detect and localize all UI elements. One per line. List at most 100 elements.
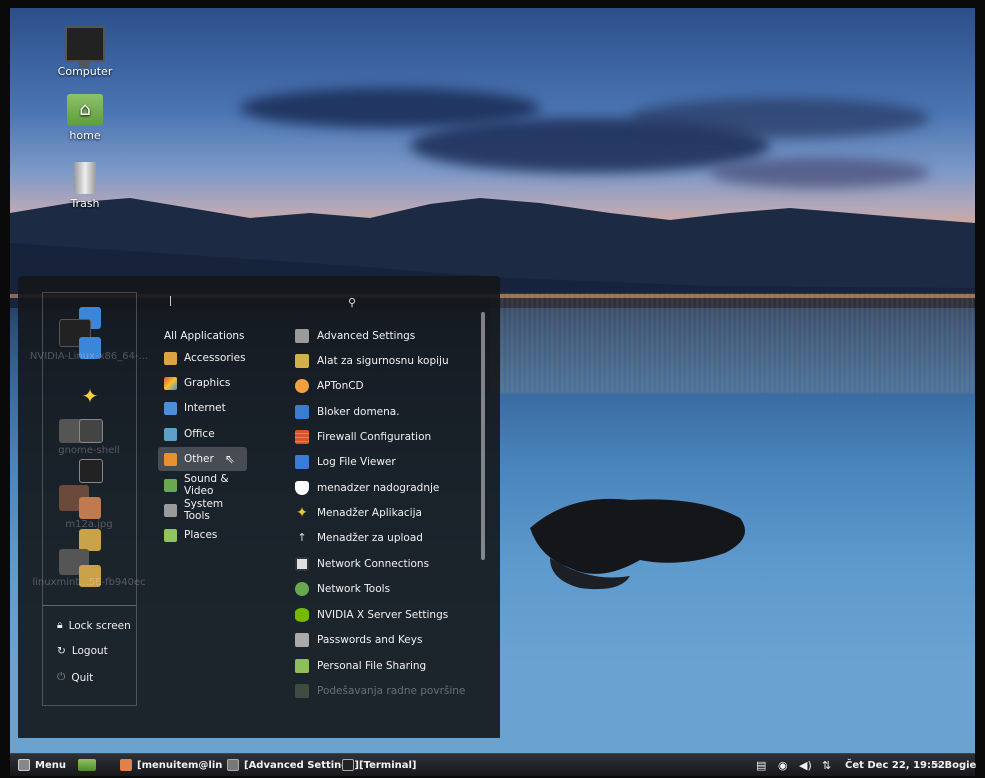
desktop-icon-trash[interactable]: Trash	[50, 162, 120, 210]
file-sharing-icon	[295, 659, 309, 673]
category-places[interactable]: Places	[158, 523, 246, 547]
category-label: System Tools	[184, 498, 224, 522]
app-label: Advanced Settings	[317, 330, 416, 342]
quit-button[interactable]: ⏻ Quit	[57, 671, 93, 684]
app-personal-file-sharing[interactable]: Personal File Sharing	[295, 654, 426, 678]
ghost-label: gnome-shell	[58, 445, 120, 456]
category-accessories[interactable]: Accessories	[158, 346, 246, 370]
app-list-scrollbar[interactable]	[481, 312, 485, 560]
app-label: menadzer nadogradnje	[317, 482, 440, 494]
show-desktop-button[interactable]	[78, 754, 96, 776]
trash-icon	[74, 162, 96, 194]
places-folder-icon	[164, 528, 177, 542]
home-folder-icon: ⌂	[67, 94, 103, 126]
shield-icon	[295, 481, 309, 495]
quit-label: Quit	[71, 671, 94, 684]
session-divider	[43, 605, 136, 606]
terminal-icon	[342, 759, 354, 771]
computer-icon	[65, 26, 105, 68]
app-passwords-keys[interactable]: Passwords and Keys	[295, 628, 422, 652]
app-label: Network Connections	[317, 558, 430, 570]
app-label: Personal File Sharing	[317, 660, 427, 672]
taskbar: Menu [menuitem@linuxmi... [Advanced Sett…	[10, 753, 976, 776]
category-label: All Applications	[164, 330, 245, 342]
menu-button[interactable]: Menu	[18, 754, 66, 776]
application-menu: NVIDIA-Linux-x86_64-... ✦ gnome-shell m1…	[18, 276, 500, 738]
network-icon[interactable]: ⇅	[822, 754, 831, 776]
show-desktop-icon	[78, 759, 96, 771]
category-all-applications[interactable]: All Applications	[158, 324, 246, 348]
settings-favorite-icon[interactable]	[79, 419, 103, 443]
favorite-app-icon[interactable]	[79, 497, 101, 519]
category-internet[interactable]: Internet	[158, 396, 246, 420]
search-input[interactable]	[170, 296, 171, 306]
app-domain-blocker[interactable]: Bloker domena.	[295, 400, 400, 424]
app-label: Log File Viewer	[317, 456, 396, 468]
app-network-tools[interactable]: Network Tools	[295, 577, 390, 601]
window-label: [Terminal]	[359, 759, 417, 771]
clipboard-tray-icon[interactable]: ▤	[756, 754, 766, 776]
app-aptoncd[interactable]: APTonCD	[295, 374, 364, 398]
lock-screen-button[interactable]: 🔒︎ Lock screen	[57, 619, 131, 632]
app-label: Menadžer Aplikacija	[317, 507, 422, 519]
update-tray-icon[interactable]: ◉	[778, 754, 788, 776]
desktop-icon-label: Trash	[70, 197, 100, 210]
desktop-icon-home[interactable]: ⌂ home	[50, 94, 120, 142]
internet-icon	[164, 401, 177, 415]
category-sound-video[interactable]: Sound & Video	[158, 473, 246, 497]
star-favorite-icon[interactable]: ✦	[79, 385, 101, 407]
taskbar-window-advanced-settings[interactable]: [Advanced Settings]	[227, 754, 359, 776]
user-icon: ▭	[931, 759, 941, 771]
app-network-connections[interactable]: Network Connections	[295, 552, 429, 576]
app-label: NVIDIA X Server Settings	[317, 609, 449, 621]
advanced-settings-icon	[295, 329, 309, 343]
app-backup[interactable]: Alat za sigurnosnu kopiju	[295, 349, 449, 373]
accessories-icon	[164, 351, 177, 365]
category-office[interactable]: Office	[158, 422, 246, 446]
power-icon: ⏻	[57, 671, 66, 683]
clock[interactable]: Čet Dec 22, 19:52	[845, 754, 945, 776]
category-other[interactable]: Other ⇖	[158, 447, 247, 471]
category-label: Other	[184, 453, 214, 465]
network-tools-icon	[295, 582, 309, 596]
app-label: Podešavanja radne površine	[317, 685, 466, 697]
backup-icon	[295, 354, 309, 368]
keyring-icon	[295, 633, 309, 647]
taskbar-window-text-editor[interactable]: [menuitem@linuxmi...	[120, 754, 222, 776]
upload-icon: ↑	[297, 531, 307, 544]
logout-button[interactable]: ↻ Logout	[57, 645, 108, 657]
network-connections-icon	[295, 557, 309, 571]
app-firewall-configuration[interactable]: Firewall Configuration	[295, 425, 431, 449]
menu-icon	[18, 759, 30, 771]
terminal-favorite-icon[interactable]	[79, 459, 103, 483]
app-advanced-settings[interactable]: Advanced Settings	[295, 324, 415, 348]
desktop-icon-computer[interactable]: Computer	[50, 26, 120, 78]
app-software-manager[interactable]: ✦ Menadžer Aplikacija	[295, 501, 422, 525]
app-update-manager[interactable]: menadzer nadogradnje	[295, 476, 439, 500]
text-editor-icon	[120, 759, 132, 771]
search-icon[interactable]: ⚲	[348, 296, 356, 309]
user-name: Bogie	[944, 759, 977, 771]
app-desktop-settings[interactable]: Podešavanja radne površine	[295, 679, 465, 703]
log-viewer-icon	[295, 455, 309, 469]
category-system-tools[interactable]: System Tools	[158, 498, 246, 522]
window-label: [menuitem@linuxmi...	[137, 759, 222, 771]
category-graphics[interactable]: Graphics	[158, 371, 246, 395]
category-label: Internet	[184, 402, 226, 414]
logout-label: Logout	[71, 645, 108, 657]
app-upload-manager[interactable]: ↑ Menadžer za upload	[295, 526, 423, 550]
package-favorite-icon[interactable]	[79, 529, 101, 551]
other-icon	[164, 452, 177, 466]
rock-island	[530, 498, 745, 590]
aptoncd-icon	[295, 379, 309, 393]
user-applet[interactable]: ▭ Bogie	[931, 754, 976, 776]
app-log-file-viewer[interactable]: Log File Viewer	[295, 450, 396, 474]
app-label: Network Tools	[317, 583, 391, 595]
app-nvidia-settings[interactable]: NVIDIA X Server Settings	[295, 603, 448, 627]
star-icon: ✦	[296, 505, 308, 521]
taskbar-window-terminal[interactable]: [Terminal]	[342, 754, 417, 776]
category-label: Graphics	[184, 377, 231, 389]
app-label: APTonCD	[317, 380, 364, 392]
volume-icon[interactable]: ◀)	[799, 754, 812, 776]
lock-screen-label: Lock screen	[68, 619, 131, 632]
